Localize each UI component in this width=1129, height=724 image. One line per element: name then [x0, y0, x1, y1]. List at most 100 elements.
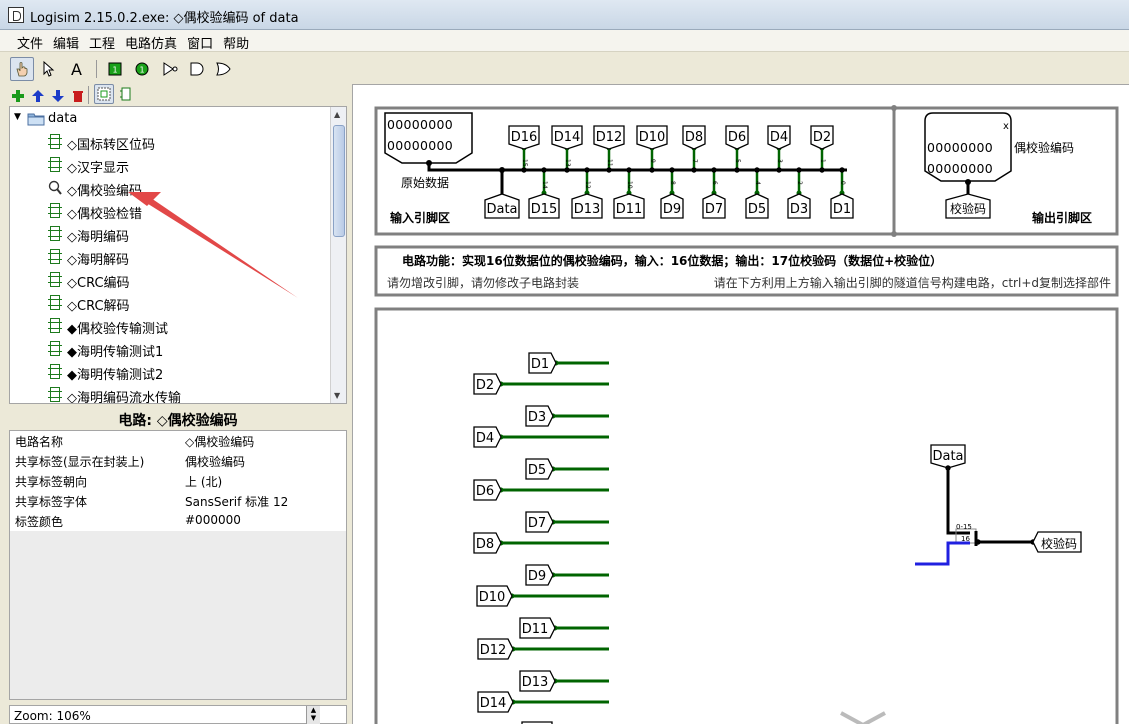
function-description: 电路功能：实现16位数据位的偶校验编码，输入：16位数据；输出：17位校验码（数…	[402, 253, 942, 268]
tunnel-label: D4	[770, 130, 788, 145]
chip-icon	[48, 134, 62, 149]
tunnel-label: D5	[748, 202, 766, 217]
menu-project[interactable]: 工程	[84, 30, 120, 52]
or-gate-icon[interactable]	[211, 57, 235, 81]
tree-item[interactable]: ◇偶校验编码	[10, 177, 330, 199]
bus-junction-dot	[975, 539, 981, 545]
bit-index-label: 1	[819, 159, 826, 163]
work-area-section	[374, 307, 1119, 724]
not-gate-icon[interactable]	[158, 57, 182, 81]
scroll-up-arrow-icon[interactable]: ▲	[334, 110, 340, 119]
menu-bar: 文件 编辑 工程 电路仿真 窗口 帮助	[0, 30, 1129, 52]
tunnel-label: D11	[522, 622, 549, 637]
circuit-tree: ▼ data ◇国标转区位码 ◇汉字显示 ◇偶校验编码 ◇偶校验检错 ◇海明编码 ◇海明解…	[9, 106, 347, 404]
property-row[interactable]: 共享标签(显示在封装上) 偶校验编码	[10, 451, 346, 471]
tree-item[interactable]: ◇CRC编码	[10, 269, 330, 291]
and-gate-icon[interactable]	[185, 57, 209, 81]
layout-view-icon[interactable]	[94, 84, 114, 104]
splitter-tap-dot	[669, 167, 675, 173]
bit-index-label: 7	[691, 159, 698, 163]
output-pin-marker: x	[1003, 121, 1009, 132]
tree-scrollbar[interactable]: ▲ ▼	[330, 107, 346, 403]
menu-file[interactable]: 文件	[12, 30, 48, 52]
tree-item-label: ◆海明传输测试1	[67, 345, 164, 360]
tunnel-label: D12	[596, 130, 623, 145]
tree-item[interactable]: ◆海明传输测试2	[10, 361, 330, 383]
tunnel-label: D8	[476, 537, 494, 552]
chip-icon	[48, 295, 62, 310]
property-row[interactable]: 电路名称 ◇偶校验编码	[10, 431, 346, 451]
delete-circuit-icon[interactable]	[66, 84, 90, 108]
select-arrow-icon[interactable]	[36, 57, 60, 81]
tunnel-label: D9	[528, 569, 546, 584]
property-row[interactable]: 共享标签朝向 上 (北)	[10, 471, 346, 491]
tunnel-label: D15	[531, 202, 558, 217]
magnifier-icon	[48, 180, 62, 195]
section-corner-dot	[891, 105, 897, 111]
tree-item-label: ◇海明解码	[67, 253, 129, 268]
chip-icon	[48, 226, 62, 241]
toolbar-separator	[88, 86, 89, 104]
splitter-tap-dot	[649, 167, 655, 173]
property-value[interactable]: 上 (北)	[185, 473, 222, 490]
tunnel-label: D12	[480, 643, 507, 658]
input-pin-icon[interactable]: 1	[103, 57, 127, 81]
tunnel-label: D3	[528, 410, 546, 425]
tunnel-label: D6	[476, 484, 494, 499]
bit-index-label: 14	[541, 181, 548, 189]
property-value[interactable]: ◇偶校验编码	[185, 433, 254, 450]
hand-poke-icon[interactable]	[10, 57, 34, 81]
tree-item-label: ◇偶校验编码	[67, 184, 142, 199]
appearance-view-icon[interactable]	[116, 84, 136, 104]
tunnel-label: D9	[663, 202, 681, 217]
property-value[interactable]: #000000	[185, 513, 241, 527]
tree-item[interactable]: ◇国标转区位码	[10, 131, 330, 153]
bus-junction-dot	[426, 160, 432, 166]
tree-item[interactable]: ◇海明编码流水传输	[10, 384, 330, 403]
tree-item[interactable]: ◇海明解码	[10, 246, 330, 268]
property-row[interactable]: 标签颜色 #000000	[10, 511, 346, 531]
property-row[interactable]: 共享标签字体 SansSerif 标准 12	[10, 491, 346, 511]
tunnel-label: D10	[639, 130, 666, 145]
note-left: 请勿增改引脚，请勿修改子电路封装	[387, 275, 579, 290]
unconnected-bit-wire	[915, 541, 970, 566]
tree-item[interactable]: ◆海明传输测试1	[10, 338, 330, 360]
tree-item-label: ◆海明传输测试2	[67, 368, 164, 383]
tunnel-label: D13	[522, 675, 549, 690]
text-tool-icon[interactable]: A	[65, 57, 89, 81]
tree-root-row[interactable]: ▼ data	[10, 108, 330, 130]
tree-item[interactable]: ◆偶校验传输测试	[10, 315, 330, 337]
tunnel-label: D5	[528, 463, 546, 478]
property-value[interactable]: 偶校验编码	[185, 453, 245, 470]
tunnel-label: D2	[813, 130, 831, 145]
tree-item[interactable]: ◇海明编码	[10, 223, 330, 245]
tree-item[interactable]: ◇CRC解码	[10, 292, 330, 314]
menu-simulate[interactable]: 电路仿真	[120, 30, 182, 52]
circuit-canvas-svg[interactable]: 输入引脚区 输出引脚区0000000000000000原始数据D1615D1413…	[353, 85, 1129, 724]
splitter-tap-dot	[819, 167, 825, 173]
raw-data-label: 原始数据	[401, 175, 449, 190]
bit-index-label: 9	[649, 159, 656, 163]
scrollbar-thumb[interactable]	[333, 125, 345, 237]
tunnel-label: 校验码	[1041, 536, 1077, 551]
bit-index-label: 11	[606, 159, 613, 167]
input-pin-bits-row1: 00000000	[387, 117, 453, 132]
tree-item[interactable]: ◇偶校验检错	[10, 200, 330, 222]
property-value[interactable]: SansSerif 标准 12	[185, 493, 288, 510]
property-key: 标签颜色	[15, 515, 64, 529]
zoom-bar: Zoom: 106% ▲ ▼	[9, 705, 347, 724]
menu-edit[interactable]: 编辑	[48, 30, 84, 52]
tree-item-label: ◇国标转区位码	[67, 138, 155, 153]
svg-text:1: 1	[113, 66, 118, 75]
tree-item[interactable]: ◇汉字显示	[10, 154, 330, 176]
expand-triangle-icon[interactable]: ▼	[14, 112, 21, 122]
circuit-canvas[interactable]: 输入引脚区 输出引脚区 00000000 00000000 原始数据 D16 15 D14 13…	[352, 84, 1129, 724]
properties-table: 电路名称 ◇偶校验编码 共享标签(显示在封装上) 偶校验编码 共享标签朝向上 (北) 共享…	[9, 430, 347, 700]
tunnel-label: D1	[531, 357, 549, 372]
menu-window[interactable]: 窗口	[182, 30, 218, 52]
zoom-spinner[interactable]: ▲ ▼	[306, 706, 320, 724]
scroll-down-arrow-icon[interactable]: ▼	[334, 391, 340, 400]
scroll-chevron-icon[interactable]	[840, 711, 886, 724]
output-pin-icon[interactable]: 1	[130, 57, 154, 81]
menu-help[interactable]: 帮助	[218, 30, 254, 52]
